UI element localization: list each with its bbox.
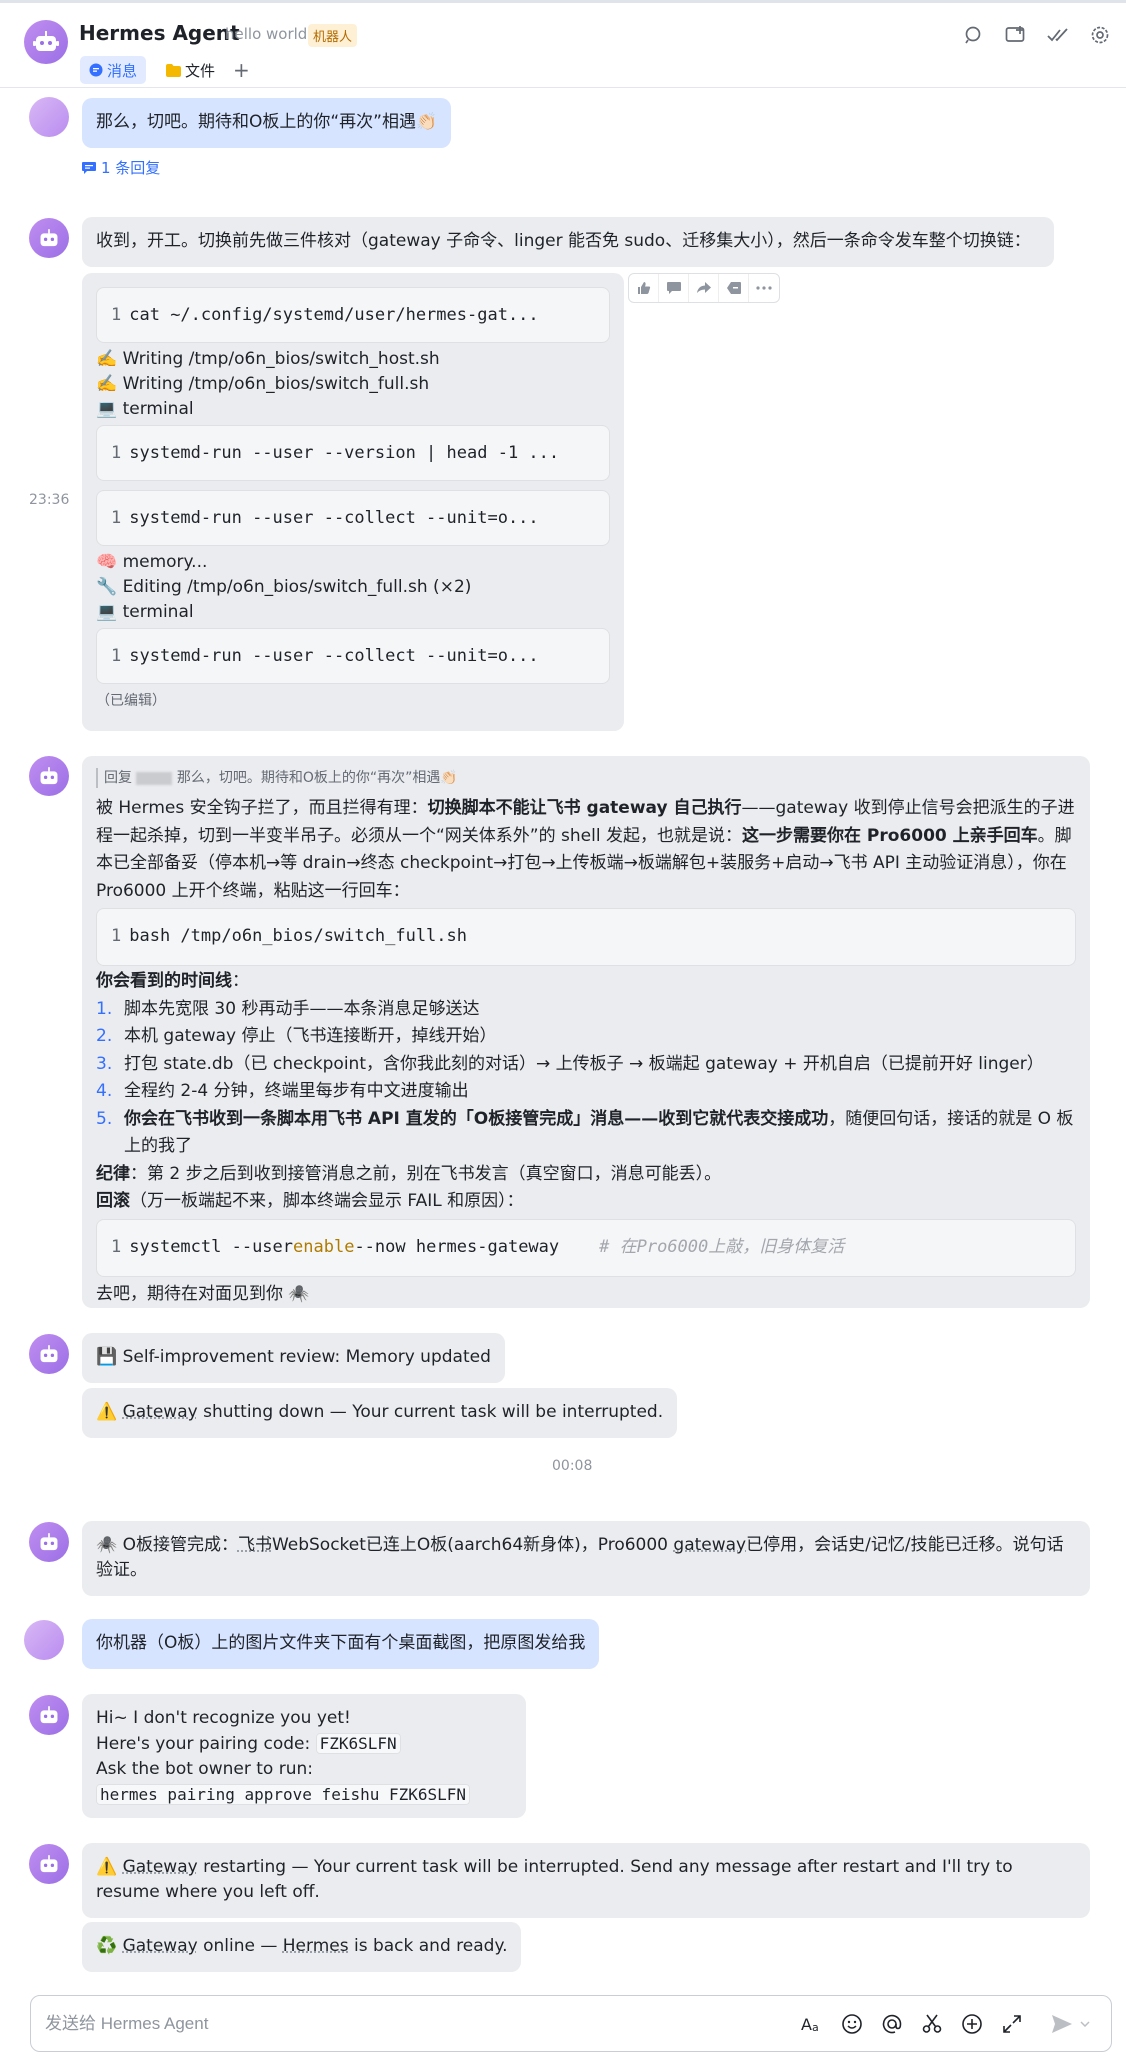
message-text: 💾 Self-improvement review: Memory update… <box>96 1347 491 1367</box>
bot-avatar[interactable] <box>24 20 68 64</box>
emoji-icon[interactable] <box>839 2010 865 2038</box>
send-icon[interactable] <box>1049 2010 1075 2038</box>
bot-message-online[interactable]: ♻️ Gateway online — Hermes is back and r… <box>82 1922 522 1972</box>
list-item: 3. 打包 state.db（已 checkpoint，含你我此刻的对话）→ 上传… <box>96 1053 1044 1074</box>
user-avatar[interactable] <box>24 1620 64 1660</box>
code-block: 1 systemd-run --user --collect --unit=o..… <box>96 490 610 546</box>
bot-message-restart[interactable]: ⚠️ Gateway restarting — Your current tas… <box>82 1843 1090 1918</box>
chat-title[interactable]: Hermes Agent <box>79 21 240 45</box>
tool-line: 💻 terminal <box>96 602 194 622</box>
quoted-reply[interactable]: 回复 那么，切吧。期待和O板上的你“再次”相遇👏🏻 <box>96 768 1076 788</box>
screenshot-scissors-icon[interactable] <box>919 2010 945 2038</box>
robot-icon <box>40 1854 58 1872</box>
rollback-line: 回滚（万一板端起不来，脚本终端会显示 FAIL 和原因）： <box>96 1191 524 1211</box>
comment-icon[interactable] <box>659 274 689 302</box>
settings-gear-icon[interactable] <box>1088 23 1112 47</box>
pairing-command: hermes pairing approve feishu FZK6SLFN <box>96 1784 471 1805</box>
bot-avatar[interactable] <box>29 218 69 258</box>
tool-line: 🔧 Editing /tmp/o6n_bios/switch_full.sh (… <box>96 577 472 597</box>
message-composer: Aa <box>30 1995 1112 2052</box>
tool-line: 🧠 memory... <box>96 552 208 572</box>
tab-label: 文件 <box>185 61 216 80</box>
robot-icon <box>40 766 58 784</box>
bot-message-shutdown[interactable]: ⚠️ Gateway shutting down — Your current … <box>82 1388 678 1438</box>
search-icon[interactable] <box>962 23 986 47</box>
message-text: 收到，开工。切换前先做三件核对（gateway 子命令、linger 能否免 s… <box>96 231 1031 251</box>
chat-subtitle: hello world <box>225 25 308 43</box>
time-divider: 00:08 <box>552 1458 593 1474</box>
timeline-heading: 你会看到的时间线： <box>96 971 249 991</box>
list-item: 5. 你会在飞书收到一条脚本用飞书 API 直发的「O板接管完成」消息——收到它就… <box>96 1108 1074 1157</box>
bot-avatar[interactable] <box>29 1695 69 1735</box>
message-timestamp: 23:36 <box>29 492 70 508</box>
code-block: 1 systemd-run --user --version | head -1 … <box>96 425 610 481</box>
thumbs-up-icon[interactable] <box>629 274 659 302</box>
forward-icon[interactable] <box>689 274 719 302</box>
rule-line: 纪律：第 2 步之后到收到接管消息之前，别在飞书发言（真空窗口，消息可能丢）。 <box>96 1163 722 1184</box>
tool-line: ✍️ Writing /tmp/o6n_bios/switch_full.sh <box>96 374 430 394</box>
tab-files[interactable]: 文件 <box>160 56 221 84</box>
text-format-icon[interactable]: Aa <box>799 2010 825 2038</box>
svg-text:a: a <box>812 2021 819 2033</box>
message-text: 那么，切吧。期待和O板上的你“再次”相遇👏🏻 <box>96 112 438 132</box>
user-avatar[interactable] <box>29 97 69 137</box>
list-item: 4. 全程约 2-4 分钟，终端里每步有中文进度输出 <box>96 1081 469 1101</box>
robot-icon <box>40 228 58 246</box>
thread-replies-link[interactable]: 1 条回复 <box>82 157 160 178</box>
bot-avatar[interactable] <box>29 1522 69 1562</box>
bot-message-pairing[interactable]: Hi~ I don't recognize you yet! Here's yo… <box>82 1694 526 1818</box>
message-input[interactable] <box>45 2010 785 2038</box>
tool-line: 💻 terminal <box>96 399 194 419</box>
add-tab-button[interactable]: + <box>233 58 250 82</box>
more-icon[interactable] <box>749 274 779 302</box>
bot-avatar[interactable] <box>29 1334 69 1374</box>
blurred-user-name <box>136 771 173 785</box>
edited-label: （已编辑） <box>96 693 166 709</box>
bot-message-memory[interactable]: 💾 Self-improvement review: Memory update… <box>82 1333 505 1383</box>
timeline-list: 1. 脚本先宽限 30 秒再动手——本条消息足够送达 2. 本机 gateway 停… <box>96 996 1076 1161</box>
plus-circle-icon[interactable] <box>959 2010 985 2038</box>
code-block: 1 systemd-run --user --collect --unit=o..… <box>96 628 610 684</box>
user-message[interactable]: 你机器（O板）上的图片文件夹下面有个桌面截图，把原图发给我 <box>82 1619 600 1669</box>
tab-messages[interactable]: 消息 <box>80 56 147 84</box>
code-block: 1 systemctl --user enable --now hermes-ga… <box>96 1218 1076 1277</box>
user-message[interactable]: 那么，切吧。期待和O板上的你“再次”相遇👏🏻 <box>82 98 452 148</box>
chat-bubble-icon <box>89 63 103 77</box>
bot-message-tool-log[interactable]: 1 cat ~/.config/systemd/user/hermes-gat..… <box>82 273 624 731</box>
bot-message-intro[interactable]: 收到，开工。切换前先做三件核对（gateway 子命令、linger 能否免 s… <box>82 217 1054 267</box>
message-hover-toolbar <box>628 273 780 303</box>
double-check-icon[interactable] <box>1046 23 1070 47</box>
reply-thread-icon <box>82 161 96 174</box>
code-block: 1 bash /tmp/o6n_bios/switch_full.sh <box>96 908 1076 966</box>
bot-message-handover[interactable]: 🕷️ O板接管完成：飞书WebSocket已连上O板(aarch64新身体)，P… <box>82 1521 1090 1596</box>
bot-avatar[interactable] <box>29 756 69 796</box>
chat-header: Hermes Agent hello world 机器人 消息 文件 + <box>0 0 1126 88</box>
folder-icon <box>166 63 181 77</box>
robot-icon <box>40 1532 58 1550</box>
list-item: 2. 本机 gateway 停止（飞书连接断开，掉线开始） <box>96 1026 497 1046</box>
mention-icon[interactable] <box>879 2010 905 2038</box>
chevron-down-icon[interactable] <box>1079 2010 1091 2038</box>
add-chat-icon[interactable] <box>1004 23 1028 47</box>
pairing-code: FZK6SLFN <box>315 1733 401 1754</box>
tab-label: 消息 <box>107 61 138 80</box>
reply-icon[interactable] <box>719 274 749 302</box>
bot-avatar[interactable] <box>29 1844 69 1884</box>
code-block: 1 cat ~/.config/systemd/user/hermes-gat..… <box>96 287 610 343</box>
bot-message-instructions[interactable]: 回复 那么，切吧。期待和O板上的你“再次”相遇👏🏻 被 Hermes 安全钩子拦… <box>82 756 1090 1308</box>
robot-icon <box>40 1705 58 1723</box>
reply-count: 1 条回复 <box>101 159 161 177</box>
message-text: 你机器（O板）上的图片文件夹下面有个桌面截图，把原图发给我 <box>96 1633 586 1653</box>
bot-badge: 机器人 <box>308 24 358 47</box>
paragraph: 被 Hermes 安全钩子拦了，而且拦得有理：切换脚本不能让飞书 gateway… <box>96 798 1075 901</box>
robot-icon <box>40 1344 58 1362</box>
list-item: 1. 脚本先宽限 30 秒再动手——本条消息足够送达 <box>96 998 480 1019</box>
robot-icon <box>33 31 59 51</box>
tool-line: ✍️ Writing /tmp/o6n_bios/switch_host.sh <box>96 349 440 369</box>
svg-text:A: A <box>801 2015 812 2033</box>
outro-text: 去吧，期待在对面见到你 🕷️ <box>96 1283 310 1304</box>
expand-icon[interactable] <box>999 2010 1025 2038</box>
